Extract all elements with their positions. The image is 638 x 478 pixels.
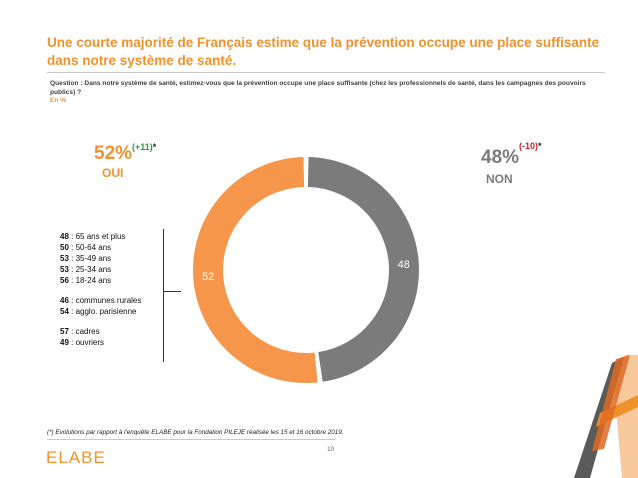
donut-slice-oui <box>193 157 318 383</box>
donut-chart: 48 52 <box>193 157 419 383</box>
elabe-logo-text: ELABE <box>46 448 106 467</box>
decorative-a-logo <box>574 355 638 478</box>
donut-label-non: 48 <box>398 259 410 271</box>
footer-divider <box>47 439 335 440</box>
elabe-logo: ELABE <box>46 448 106 467</box>
donut-label-oui: 52 <box>202 271 214 283</box>
page-number: 10 <box>327 446 335 453</box>
footnote: (*) Evolutions par rapport à l’enquête E… <box>47 429 344 436</box>
